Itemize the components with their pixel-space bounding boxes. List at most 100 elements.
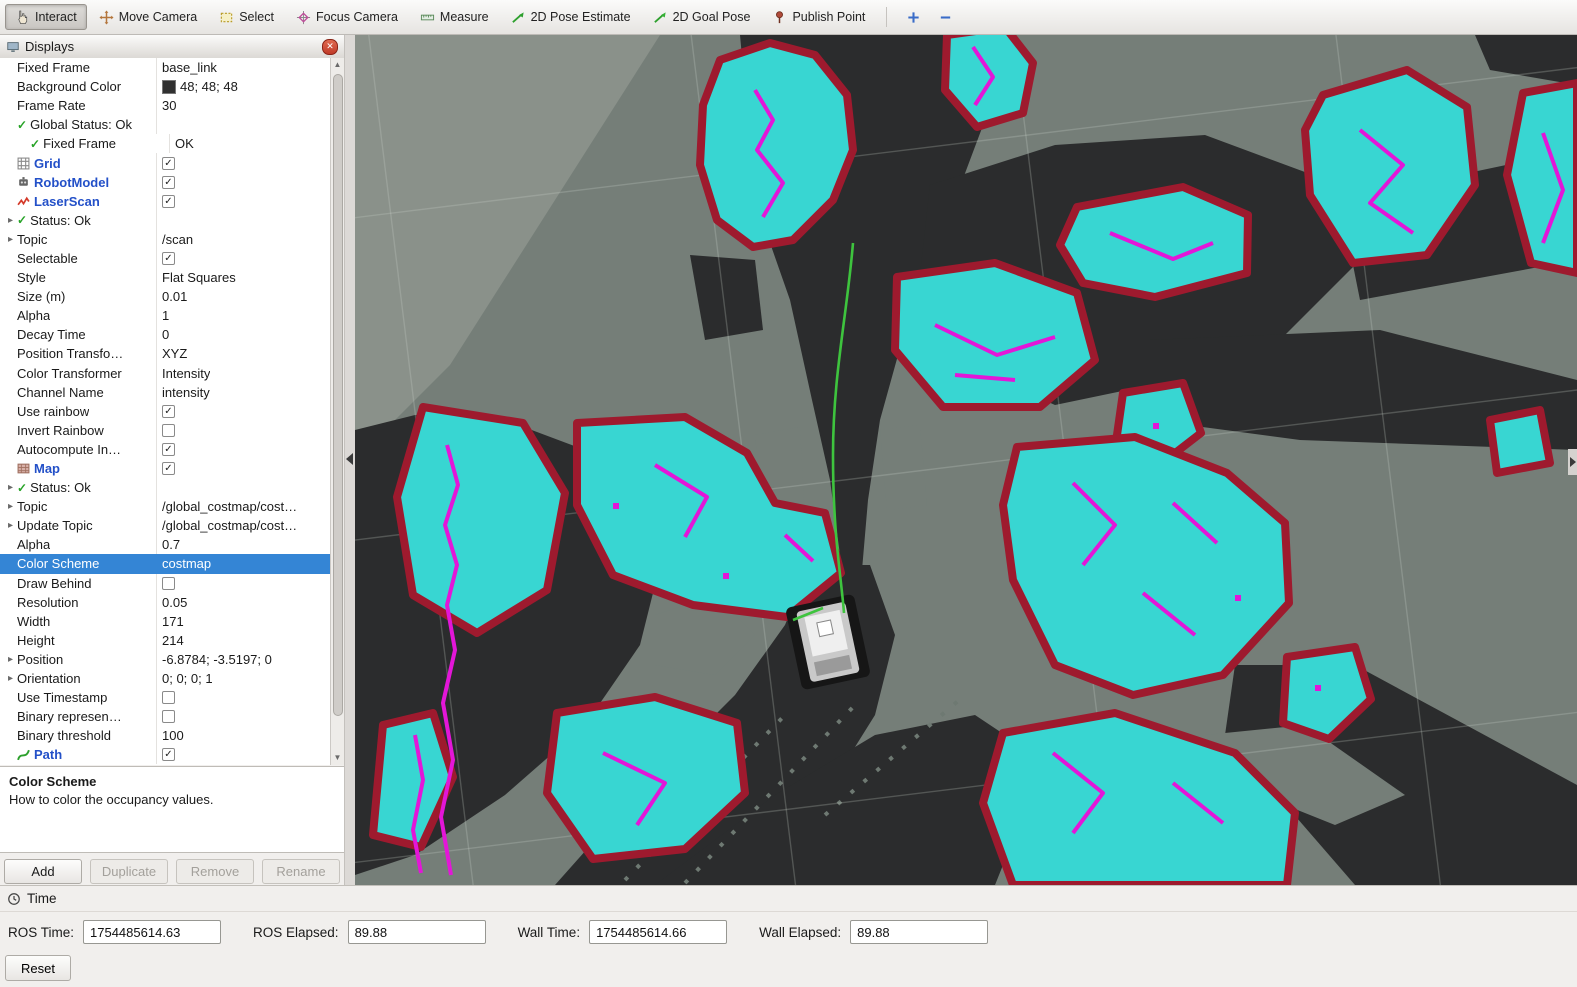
property-row-grid[interactable]: Grid✓	[0, 153, 330, 172]
property-row-laserscan[interactable]: LaserScan✓	[0, 192, 330, 211]
close-panel-icon[interactable]: ✕	[322, 39, 338, 55]
add-button[interactable]: Add	[4, 859, 82, 884]
property-value[interactable]: /global_costmap/cost…	[162, 499, 297, 514]
property-row-fixed-frame[interactable]: ✓Fixed FrameOK	[0, 134, 330, 153]
panel-splitter[interactable]	[345, 35, 355, 885]
property-value[interactable]: 0.05	[162, 595, 187, 610]
checkbox-autocompute-in[interactable]: ✓	[162, 443, 175, 456]
property-row-decay-time[interactable]: Decay Time0	[0, 325, 330, 344]
wall-elapsed-input[interactable]	[850, 920, 988, 944]
property-row-topic[interactable]: ▸Topic/global_costmap/cost…	[0, 497, 330, 516]
property-value[interactable]: /scan	[162, 232, 193, 247]
property-row-width[interactable]: Width171	[0, 612, 330, 631]
property-row-orientation[interactable]: ▸Orientation0; 0; 0; 1	[0, 669, 330, 688]
property-value[interactable]: 0	[162, 327, 169, 342]
property-row-update-topic[interactable]: ▸Update Topic/global_costmap/cost…	[0, 516, 330, 535]
property-row-map[interactable]: Map✓	[0, 459, 330, 478]
property-value[interactable]: 0.01	[162, 289, 187, 304]
scroll-up-icon[interactable]: ▲	[331, 58, 344, 72]
property-row-autocompute-in[interactable]: Autocompute In…✓	[0, 440, 330, 459]
property-row-style[interactable]: StyleFlat Squares	[0, 268, 330, 287]
tool-focus-camera[interactable]: Focus Camera	[286, 4, 408, 30]
checkbox-binary-represen[interactable]	[162, 710, 175, 723]
checkbox-robotmodel[interactable]: ✓	[162, 176, 175, 189]
property-value[interactable]: 48; 48; 48	[180, 79, 238, 94]
property-row-selectable[interactable]: Selectable✓	[0, 249, 330, 268]
expander-icon[interactable]: ▸	[4, 654, 17, 665]
time-panel-header[interactable]: Time	[0, 886, 1577, 912]
property-row-size-m[interactable]: Size (m)0.01	[0, 287, 330, 306]
wall-time-input[interactable]	[589, 920, 727, 944]
collapse-left-icon[interactable]	[346, 453, 353, 465]
property-value[interactable]: -6.8784; -3.5197; 0	[162, 652, 272, 667]
tool-select[interactable]: Select	[209, 4, 284, 30]
checkbox-map[interactable]: ✓	[162, 462, 175, 475]
tool-move-camera[interactable]: Move Camera	[89, 4, 208, 30]
expander-icon[interactable]: ▸	[4, 482, 17, 493]
checkbox-path[interactable]: ✓	[162, 748, 175, 761]
property-value[interactable]: 0.7	[162, 537, 180, 552]
scroll-down-icon[interactable]: ▼	[331, 751, 344, 765]
property-value[interactable]: 214	[162, 633, 184, 648]
property-value[interactable]: 171	[162, 614, 184, 629]
expander-icon[interactable]: ▸	[4, 673, 17, 684]
property-row-resolution[interactable]: Resolution0.05	[0, 593, 330, 612]
ros-time-input[interactable]	[83, 920, 221, 944]
property-row-position[interactable]: ▸Position-6.8784; -3.5197; 0	[0, 650, 330, 669]
property-row-global-status-ok[interactable]: ✓Global Status: Ok	[0, 115, 330, 134]
property-value[interactable]: 1	[162, 308, 169, 323]
property-row-frame-rate[interactable]: Frame Rate30	[0, 96, 330, 115]
checkbox-draw-behind[interactable]	[162, 577, 175, 590]
property-row-alpha[interactable]: Alpha0.7	[0, 535, 330, 554]
property-row-robotmodel[interactable]: RobotModel✓	[0, 173, 330, 192]
tool-publish-point[interactable]: Publish Point	[762, 4, 875, 30]
property-row-binary-represen[interactable]: Binary represen…	[0, 707, 330, 726]
property-row-status-ok[interactable]: ▸✓Status: Ok	[0, 211, 330, 230]
checkbox-grid[interactable]: ✓	[162, 157, 175, 170]
property-row-background-color[interactable]: Background Color48; 48; 48	[0, 77, 330, 96]
property-value[interactable]: 100	[162, 728, 184, 743]
expander-icon[interactable]: ▸	[4, 501, 17, 512]
property-row-height[interactable]: Height214	[0, 631, 330, 650]
property-value[interactable]: 0; 0; 0; 1	[162, 671, 213, 686]
expander-icon[interactable]: ▸	[4, 215, 17, 226]
rename-button[interactable]: Rename	[262, 859, 340, 884]
property-row-channel-name[interactable]: Channel Nameintensity	[0, 383, 330, 402]
tool-2d-goal-pose[interactable]: 2D Goal Pose	[643, 4, 761, 30]
property-row-binary-threshold[interactable]: Binary threshold100	[0, 726, 330, 745]
collapse-right-handle[interactable]	[1568, 449, 1577, 475]
property-row-position-transfo[interactable]: Position Transfo…XYZ	[0, 344, 330, 363]
expander-icon[interactable]: ▸	[4, 234, 17, 245]
reset-button[interactable]: Reset	[5, 955, 71, 981]
checkbox-laserscan[interactable]: ✓	[162, 195, 175, 208]
property-row-use-timestamp[interactable]: Use Timestamp	[0, 688, 330, 707]
property-row-color-scheme[interactable]: Color Schemecostmap	[0, 554, 330, 573]
property-value[interactable]: /global_costmap/cost…	[162, 518, 297, 533]
property-value[interactable]: Intensity	[162, 366, 210, 381]
property-value[interactable]: OK	[175, 136, 194, 151]
expander-icon[interactable]: ▸	[4, 520, 17, 531]
scrollbar-thumb[interactable]	[333, 74, 343, 716]
displays-panel-header[interactable]: Displays ✕	[0, 35, 344, 59]
checkbox-use-timestamp[interactable]	[162, 691, 175, 704]
property-row-status-ok[interactable]: ▸✓Status: Ok	[0, 478, 330, 497]
property-row-invert-rainbow[interactable]: Invert Rainbow	[0, 421, 330, 440]
tool-interact[interactable]: Interact	[5, 4, 87, 30]
tool-2d-pose-estimate[interactable]: 2D Pose Estimate	[501, 4, 641, 30]
add-tool-button[interactable]	[898, 4, 928, 30]
property-value[interactable]: XYZ	[162, 346, 187, 361]
remove-tool-button[interactable]	[930, 4, 960, 30]
property-row-path[interactable]: Path✓	[0, 745, 330, 764]
tool-measure[interactable]: Measure	[410, 4, 499, 30]
property-value[interactable]: 30	[162, 98, 176, 113]
property-row-use-rainbow[interactable]: Use rainbow✓	[0, 402, 330, 421]
displays-scrollbar[interactable]: ▲ ▼	[330, 58, 344, 765]
property-value[interactable]: base_link	[162, 60, 217, 75]
property-row-alpha[interactable]: Alpha1	[0, 306, 330, 325]
checkbox-invert-rainbow[interactable]	[162, 424, 175, 437]
render-view[interactable]	[355, 35, 1577, 885]
property-value[interactable]: intensity	[162, 385, 210, 400]
property-row-topic[interactable]: ▸Topic/scan	[0, 230, 330, 249]
ros-elapsed-input[interactable]	[348, 920, 486, 944]
checkbox-selectable[interactable]: ✓	[162, 252, 175, 265]
